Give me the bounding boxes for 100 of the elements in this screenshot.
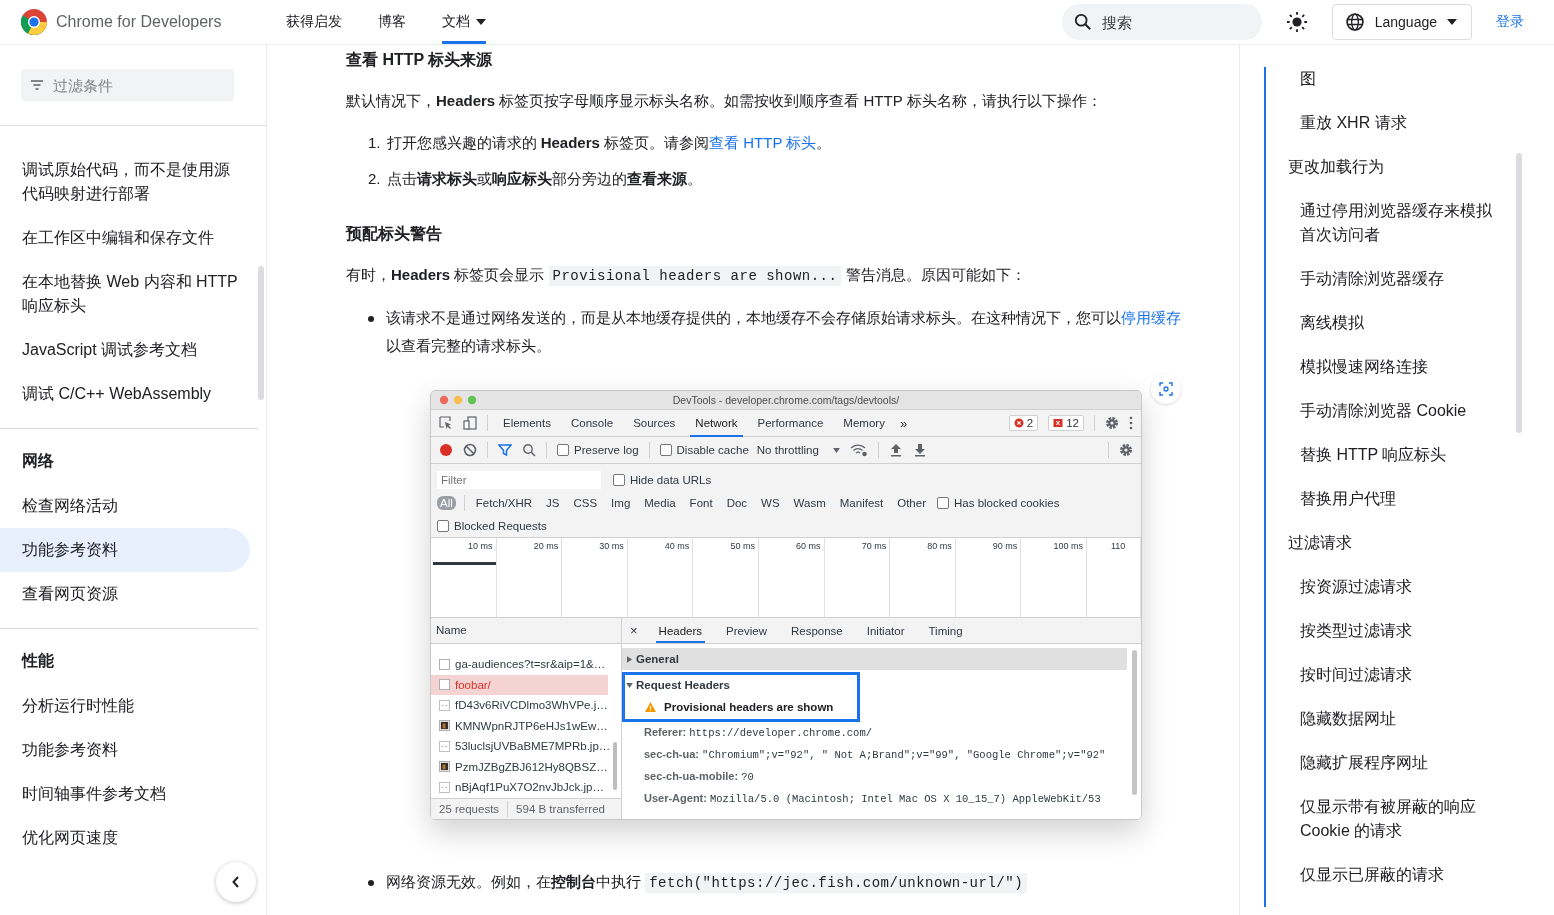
section-header[interactable]: General [622,648,1127,670]
throttling-dropdown[interactable]: No throttling [756,444,840,456]
sidebar-item[interactable]: 调试原始代码，而不是使用源代码映射进行部署 [0,148,250,216]
toc-link[interactable]: 重放 XHR 请求 [1266,101,1506,145]
settings-icon[interactable] [1105,416,1119,430]
type-filter[interactable]: Fetch/XHR [472,495,536,510]
login-link[interactable]: 登录 [1496,13,1524,31]
scrollbar-thumb[interactable] [1132,650,1137,795]
preserve-log-checkbox[interactable]: Preserve log [557,444,639,456]
toc-link[interactable]: 替换 HTTP 响应标头 [1266,433,1506,477]
sidebar-item[interactable]: 优化网页速度 [0,816,250,860]
toc-link[interactable]: 模拟慢速网络连接 [1266,345,1506,389]
filter-field[interactable]: 过滤条件 [21,69,234,101]
toc-link[interactable]: 更改加载行为 [1266,145,1506,189]
request-row[interactable]: fD43v6RiVCDlmo3WhVPe.j… [431,695,608,716]
detail-tab[interactable]: Response [787,618,846,643]
link[interactable]: 查看 HTTP 标头 [709,134,817,151]
record-icon[interactable] [439,443,453,457]
type-filter[interactable]: Media [641,495,679,510]
request-row[interactable]: PzmJZBgZBJ612Hy8QBSZ… [431,756,608,777]
devtools-tab[interactable]: Network [690,411,743,437]
type-filter[interactable]: Manifest [836,495,887,510]
sidebar-item[interactable]: 在工作区中编辑和保存文件 [0,216,250,260]
devtools-tab[interactable]: Console [565,411,619,437]
sidebar-item[interactable]: JavaScript 调试参考文档 [0,328,250,372]
sidebar-item[interactable]: 功能参考资料 [0,528,250,572]
toc-link[interactable]: 仅显示带有被屏蔽的响应 Cookie 的请求 [1266,785,1506,853]
inspect-icon[interactable] [439,416,453,430]
toc-link[interactable]: 按资源过滤请求 [1266,565,1506,609]
toc-link[interactable]: 仅显示已屏蔽的请求 [1266,853,1506,897]
sidebar-item[interactable]: 查看网页资源 [0,572,250,616]
sidebar-item[interactable]: 时间轴事件参考文档 [0,772,250,816]
toc-link[interactable]: 按类型过滤请求 [1266,609,1506,653]
toc-link[interactable]: 手动清除浏览器 Cookie [1266,389,1506,433]
request-row[interactable]: ga-audiences?t=sr&aip=1&… [431,654,608,675]
request-row[interactable]: nBjAqf1PuX7O2nvJbJck.jp… [431,777,608,798]
devtools-tab[interactable]: Sources [628,411,681,437]
disable-cache-checkbox[interactable]: Disable cache [659,444,749,456]
toc-link[interactable]: 替换用户代理 [1266,477,1506,521]
sidebar-item[interactable]: 分析运行时性能 [0,684,250,728]
filter-input[interactable]: Filter [437,470,601,489]
window-controls-icon[interactable] [439,395,479,405]
toc-link[interactable]: 离线模拟 [1266,301,1506,345]
blocked-requests-checkbox[interactable]: Blocked Requests [437,519,547,532]
blocked-cookies-checkbox[interactable]: Has blocked cookies [937,496,1060,509]
search-field[interactable]: 搜索 [1061,4,1262,40]
request-row[interactable]: foobar/ [431,674,608,695]
import-icon[interactable] [888,443,903,457]
more-options-icon[interactable] [1129,416,1133,430]
detail-tab[interactable]: Headers [655,618,706,643]
network-conditions-icon[interactable] [849,443,868,457]
scrollbar-thumb[interactable] [258,266,264,400]
export-icon[interactable] [912,443,927,457]
detail-tab[interactable]: Initiator [863,618,908,643]
request-row[interactable]: KMNWpnRJTP6eHJs1wEw… [431,715,608,736]
link[interactable]: 停用缓存 [1121,309,1181,326]
device-icon[interactable] [463,416,477,430]
toc-link[interactable]: 隐藏扩展程序网址 [1266,741,1506,785]
nav-link[interactable]: 获得启发 [286,0,342,44]
hide-data-urls-checkbox[interactable]: Hide data URLs [613,473,712,486]
devtools-tab[interactable]: Elements [498,411,556,437]
clear-icon[interactable] [463,443,477,457]
search-icon[interactable] [522,443,536,457]
devtools-tab[interactable]: Memory [838,411,890,437]
fullscreen-button[interactable] [1151,374,1181,404]
toc-link[interactable]: 过滤请求 [1266,521,1506,565]
toc-link[interactable]: 通过停用浏览器缓存来模拟首次访问者 [1266,189,1506,257]
type-filter[interactable]: Other [894,495,929,510]
devtools-tab[interactable]: Performance [752,411,829,437]
type-filter[interactable]: JS [543,495,563,510]
site-name[interactable]: Chrome for Developers [56,13,222,31]
toc-link[interactable]: 隐藏数据网址 [1266,697,1506,741]
toc-link[interactable]: 图 [1266,67,1506,101]
language-button[interactable]: Language [1331,4,1472,40]
type-filter[interactable]: CSS [570,495,601,510]
nav-link[interactable]: 文档 [442,0,486,44]
detail-tab[interactable]: Preview [723,618,770,643]
type-filter[interactable]: WS [758,495,783,510]
close-button[interactable]: × [630,623,638,638]
more-tabs-button[interactable]: » [899,415,908,431]
error-count-badge[interactable]: 2 [1008,415,1039,431]
issue-count-badge[interactable]: 12 [1048,415,1084,431]
sidebar-item[interactable]: 功能参考资料 [0,728,250,772]
detail-tab[interactable]: Timing [925,618,966,643]
settings-icon[interactable] [1119,443,1133,457]
chrome-logo-icon[interactable] [20,8,48,36]
nav-link[interactable]: 博客 [378,0,406,44]
filter-icon[interactable] [498,443,512,457]
type-filter[interactable]: Font [686,495,716,510]
request-row[interactable]: 53luclsjUVBaBME7MPRb.jp… [431,736,608,757]
sidebar-item[interactable]: 在本地替换 Web 内容和 HTTP 响应标头 [0,260,250,328]
column-header[interactable]: Name [431,618,621,644]
sidebar-item[interactable]: 检查网络活动 [0,484,250,528]
toc-link[interactable]: 按时间过滤请求 [1266,653,1506,697]
section-header[interactable]: Request Headers [625,675,857,695]
type-filter[interactable]: Img [608,495,634,510]
toc-link[interactable]: 手动清除浏览器缓存 [1266,257,1506,301]
scrollbar-thumb[interactable] [613,742,617,790]
sidebar-item[interactable]: 调试 C/C++ WebAssembly [0,372,250,416]
theme-toggle-icon[interactable] [1285,11,1308,33]
